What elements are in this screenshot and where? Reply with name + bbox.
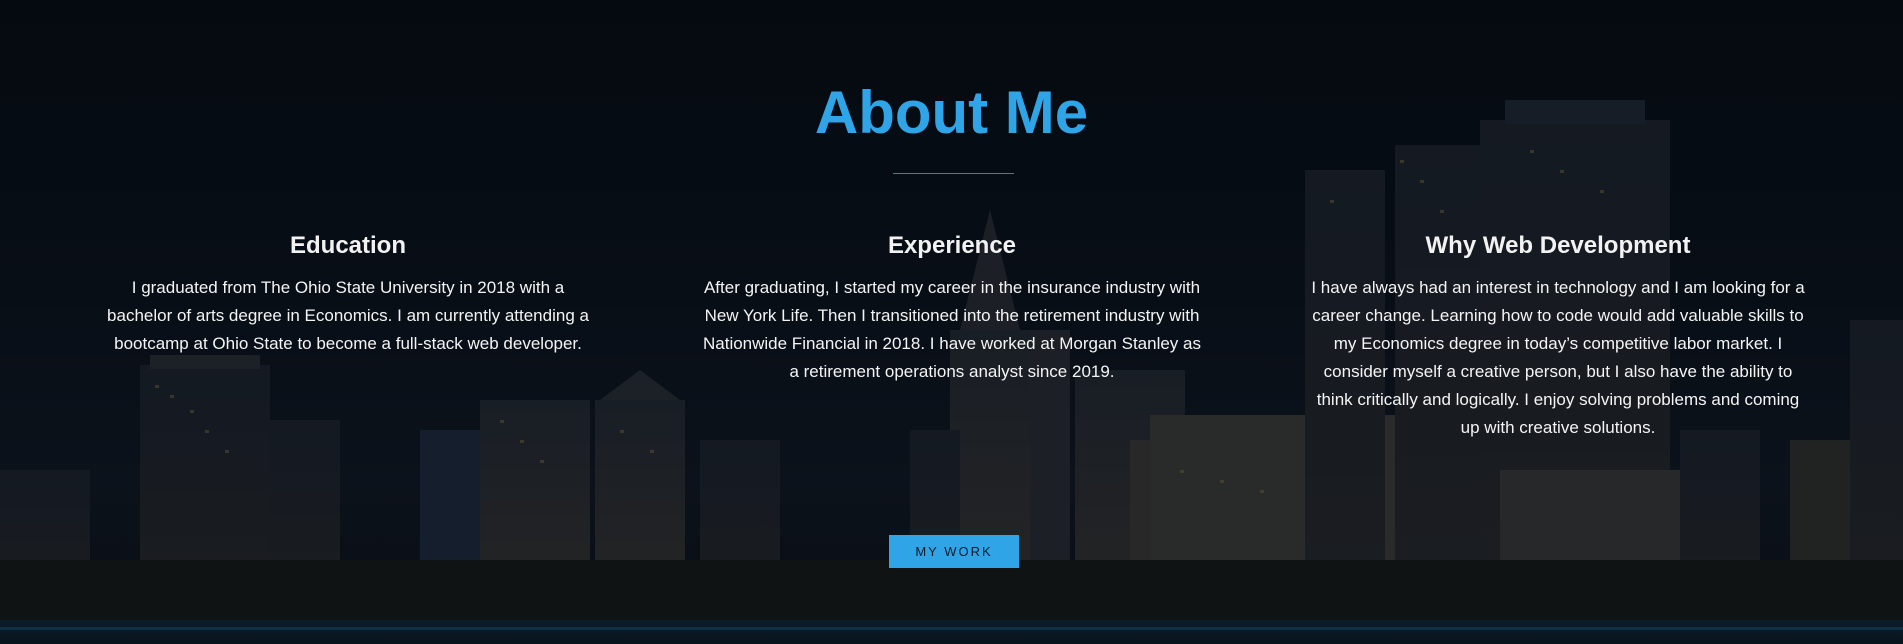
about-section: About Me Education I graduated from The … <box>0 0 1903 644</box>
experience-heading: Experience <box>887 232 1017 259</box>
education-heading: Education <box>289 232 406 259</box>
education-text: I graduated from The Ohio State Universi… <box>107 278 589 353</box>
my-work-button[interactable]: MY WORK <box>889 535 1019 568</box>
education-column: Education I graduated from The Ohio Stat… <box>98 232 598 358</box>
why-web-dev-text: I have always had an interest in technol… <box>1311 278 1805 437</box>
why-web-dev-heading: Why Web Development <box>1425 232 1691 259</box>
about-content: About Me Education I graduated from The … <box>0 0 1903 644</box>
title-divider <box>893 173 1014 174</box>
why-web-dev-column: Why Web Development I have always had an… <box>1308 232 1808 442</box>
experience-column: Experience After graduating, I started m… <box>702 232 1202 386</box>
section-title: About Me <box>814 79 1089 146</box>
experience-text: After graduating, I started my career in… <box>702 278 1201 381</box>
